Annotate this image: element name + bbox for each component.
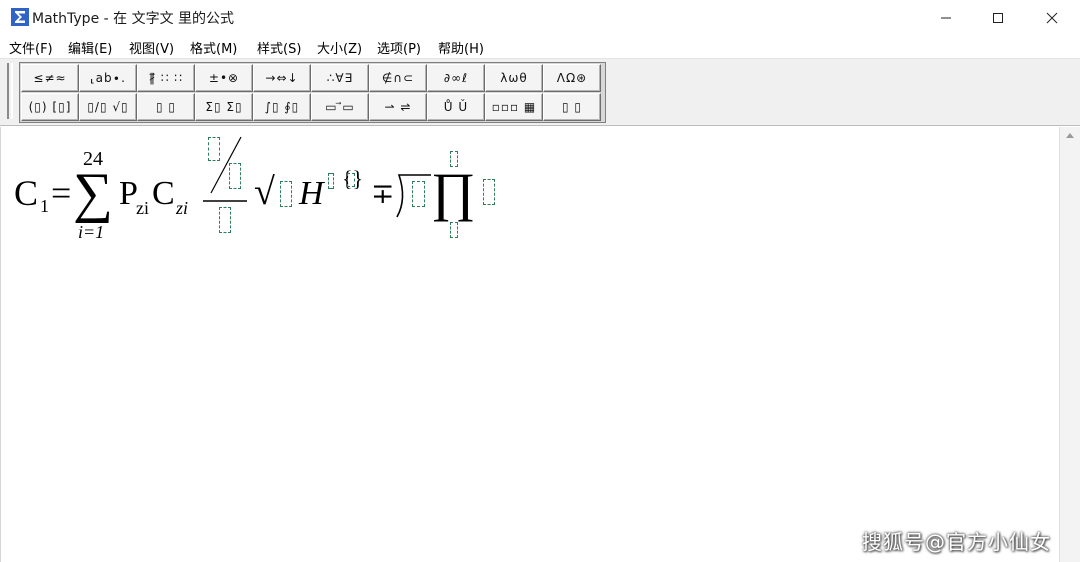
maximize-icon <box>993 13 1003 23</box>
radical-sign: √ <box>254 171 275 213</box>
mathtype-logo-icon <box>11 8 29 26</box>
embellishments-palette-button[interactable]: ∦⃗ ∷ ∷ <box>137 64 195 92</box>
subscript-superscript-palette-button[interactable]: ▯ ▯ <box>137 93 195 121</box>
minimize-button[interactable] <box>920 0 972 36</box>
summation-lower-limit: i=1 <box>78 222 105 242</box>
minus-plus-sign: ∓ <box>371 179 395 210</box>
fractions-radicals-palette-button[interactable]: ▯/▯ √▯ <box>79 93 137 121</box>
boxes-palette-button[interactable]: ▯ ▯ <box>543 93 601 121</box>
menu-bar: 文件(F) 编辑(E) 视图(V) 格式(M) 样式(S) 大小(Z) 选项(P… <box>0 36 1080 58</box>
formula-h: H <box>299 175 324 212</box>
arrows-palette-button[interactable]: →⇔↓ <box>253 64 311 92</box>
empty-slot-denominator[interactable] <box>219 207 231 233</box>
empty-slot-product-lower[interactable] <box>450 222 458 238</box>
integrals-palette-button[interactable]: ∫▯ ∮▯ <box>253 93 311 121</box>
empty-slot-superscript[interactable] <box>328 173 334 189</box>
formula: C 1 = 24 ∑ i=1 P zi C zi √ H {} ∓ ∏ <box>1 127 1060 562</box>
greek-lower-palette-button[interactable]: λωθ <box>485 64 543 92</box>
summation-sign: ∑ <box>73 162 113 224</box>
equation-editor-canvas[interactable]: C 1 = 24 ∑ i=1 P zi C zi √ H {} ∓ ∏ <box>0 127 1059 562</box>
labeled-arrows-palette-button[interactable]: ⇀ ⇌ <box>369 93 427 121</box>
watermark: 搜狐号@官方小仙女 <box>862 530 1051 554</box>
formula-c: C <box>14 173 39 213</box>
maximize-button[interactable] <box>972 0 1024 36</box>
palette-frame: ≤≠≈ ⸤ab∙. ∦⃗ ∷ ∷ ±•⊗ →⇔↓ ∴∀∃ ∉∩⊂ ∂∞ℓ λωθ… <box>19 62 606 123</box>
formula-p-subscript: zi <box>136 198 149 218</box>
toolbar-grip[interactable] <box>4 63 17 121</box>
window-title: MathType - 在 文字文 里的公式 <box>32 11 235 27</box>
product-sign: ∏ <box>431 162 476 222</box>
menu-edit[interactable]: 编辑(E) <box>68 38 112 57</box>
menu-options[interactable]: 选项(P) <box>377 38 421 57</box>
menu-size[interactable]: 大小(Z) <box>317 38 362 57</box>
summations-palette-button[interactable]: Σ▯ Σ▯ <box>195 93 253 121</box>
logic-palette-button[interactable]: ∴∀∃ <box>311 64 369 92</box>
empty-slot-radicand[interactable] <box>280 181 292 207</box>
set-theory-palette-button[interactable]: ∉∩⊂ <box>369 64 427 92</box>
minimize-icon <box>941 17 951 19</box>
relations-palette-button[interactable]: ≤≠≈ <box>21 64 79 92</box>
empty-slot-slash-denominator[interactable] <box>229 163 241 189</box>
menu-help[interactable]: 帮助(H) <box>438 38 484 57</box>
products-set-palette-button[interactable]: Ů Ǔ <box>427 93 485 121</box>
formula-equals: = <box>51 173 72 213</box>
close-icon <box>1046 12 1058 24</box>
formula-c2-subscript: zi <box>176 198 189 218</box>
menu-style[interactable]: 样式(S) <box>257 38 301 57</box>
menu-file[interactable]: 文件(F) <box>9 38 53 57</box>
empty-slot-brace[interactable] <box>347 173 355 187</box>
greek-upper-palette-button[interactable]: ΛΩ⊛ <box>543 64 601 92</box>
empty-slot-numerator[interactable] <box>208 137 220 161</box>
operators-palette-button[interactable]: ±•⊗ <box>195 64 253 92</box>
matrices-palette-button[interactable]: ▫▫▫ ▦ <box>485 93 543 121</box>
fences-palette-button[interactable]: (▯) [▯] <box>21 93 79 121</box>
underbar-overbar-palette-button[interactable]: ▭ ⃗▭ <box>311 93 369 121</box>
close-button[interactable] <box>1026 0 1078 36</box>
vertical-scrollbar[interactable] <box>1059 127 1080 562</box>
symbol-toolbar: ≤≠≈ ⸤ab∙. ∦⃗ ∷ ∷ ±•⊗ →⇔↓ ∴∀∃ ∉∩⊂ ∂∞ℓ λωθ… <box>0 58 1080 126</box>
spaces-ellipses-palette-button[interactable]: ⸤ab∙. <box>79 64 137 92</box>
empty-slot-dividend[interactable] <box>412 181 425 207</box>
empty-slot-product-body[interactable] <box>483 179 495 205</box>
title-bar: MathType - 在 文字文 里的公式 <box>0 0 1080 36</box>
formula-c-subscript: 1 <box>40 196 49 216</box>
misc-symbols-palette-button[interactable]: ∂∞ℓ <box>427 64 485 92</box>
formula-c2: C <box>152 175 175 212</box>
menu-view[interactable]: 视图(V) <box>129 38 174 57</box>
scroll-up-icon[interactable] <box>1066 133 1074 138</box>
menu-format[interactable]: 格式(M) <box>190 38 237 57</box>
